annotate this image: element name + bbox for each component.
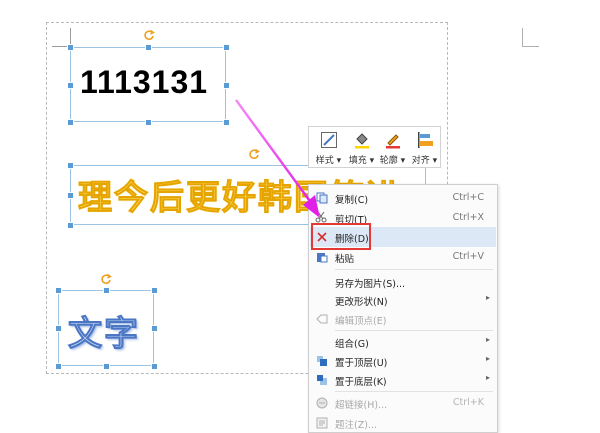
resize-handle[interactable] xyxy=(55,363,62,370)
menu-item-save-as-picture[interactable]: 另存为图片(S)... xyxy=(310,272,496,292)
submenu-arrow-icon: ▸ xyxy=(485,373,490,382)
submenu-arrow-icon: ▸ xyxy=(485,335,490,344)
outline-pen-icon xyxy=(386,134,400,149)
rotate-handle-icon[interactable] xyxy=(100,273,112,285)
menu-item-bring-to-front[interactable]: 置于顶层(U) ▸ xyxy=(310,351,496,371)
menu-item-send-to-back[interactable]: 置于底层(K) ▸ xyxy=(310,370,496,390)
menu-separator xyxy=(335,330,493,331)
align-label: 对齐 ▾ xyxy=(411,156,438,166)
menu-separator xyxy=(335,269,493,270)
menu-item-group[interactable]: 组合(G) ▸ xyxy=(310,332,496,352)
resize-handle[interactable] xyxy=(151,287,158,294)
resize-handle[interactable] xyxy=(67,82,74,89)
menu-item-copy[interactable]: 复制(C) Ctrl+C xyxy=(310,188,496,208)
resize-handle[interactable] xyxy=(55,325,62,332)
outline-label: 轮廓 ▾ xyxy=(379,156,406,166)
resize-handle[interactable] xyxy=(67,192,74,199)
menu-item-paste[interactable]: 粘贴 Ctrl+V xyxy=(310,247,496,267)
menu-item-change-shape[interactable]: 更改形状(N) ▸ xyxy=(310,290,496,310)
resize-handle[interactable] xyxy=(151,325,158,332)
resize-handle[interactable] xyxy=(223,119,230,126)
resize-handle[interactable] xyxy=(67,119,74,126)
delete-highlight-box xyxy=(311,223,371,250)
resize-handle[interactable] xyxy=(55,287,62,294)
resize-handle[interactable] xyxy=(223,82,230,89)
fill-bucket-icon xyxy=(355,133,369,149)
style-icon xyxy=(321,132,337,148)
fill-button[interactable]: 填充 ▾ xyxy=(345,129,378,167)
menu-item-hyperlink: 超链接(H)... Ctrl+K xyxy=(310,393,496,413)
menu-item-edit-points: 编辑顶点(E) xyxy=(310,309,496,329)
align-icon xyxy=(418,132,433,148)
outline-button[interactable]: 轮廓 ▾ xyxy=(376,129,409,167)
resize-handle[interactable] xyxy=(67,162,74,169)
context-menu: 复制(C) Ctrl+C 剪切(T) Ctrl+X 删除(D) 粘贴 Ctrl+… xyxy=(308,184,498,433)
submenu-arrow-icon: ▸ xyxy=(485,354,490,363)
resize-handle[interactable] xyxy=(67,44,74,51)
resize-handle[interactable] xyxy=(103,287,110,294)
edit-points-icon xyxy=(316,314,328,324)
menu-separator xyxy=(335,391,493,392)
caption-icon xyxy=(316,417,328,429)
page-corner-mark xyxy=(522,28,539,47)
resize-handle[interactable] xyxy=(223,44,230,51)
paste-icon xyxy=(317,253,328,263)
text-box-3-content[interactable]: 文字 xyxy=(68,306,140,355)
align-button[interactable]: 对齐 ▾ xyxy=(408,129,441,167)
style-label: 样式 ▾ xyxy=(315,156,342,166)
resize-handle[interactable] xyxy=(145,44,152,51)
hyperlink-icon xyxy=(316,397,328,409)
resize-handle[interactable] xyxy=(67,222,74,229)
bring-to-front-icon xyxy=(317,356,327,366)
style-button[interactable]: 样式 ▾ xyxy=(312,129,345,167)
floating-mini-toolbar: 样式 ▾ 填充 ▾ 轮廓 ▾ 对齐 ▾ xyxy=(308,126,441,168)
cut-icon xyxy=(315,211,327,223)
resize-handle[interactable] xyxy=(145,119,152,126)
fill-label: 填充 ▾ xyxy=(348,156,375,166)
send-to-back-icon xyxy=(317,375,327,385)
text-box-1-content[interactable]: 1113131 xyxy=(80,64,208,101)
rotate-handle-icon[interactable] xyxy=(143,29,155,41)
resize-handle[interactable] xyxy=(151,363,158,370)
rotate-handle-icon[interactable] xyxy=(248,148,260,160)
copy-icon xyxy=(316,192,328,204)
menu-item-caption: 题注(Z)... xyxy=(310,413,496,433)
resize-handle[interactable] xyxy=(103,363,110,370)
submenu-arrow-icon: ▸ xyxy=(485,293,490,302)
